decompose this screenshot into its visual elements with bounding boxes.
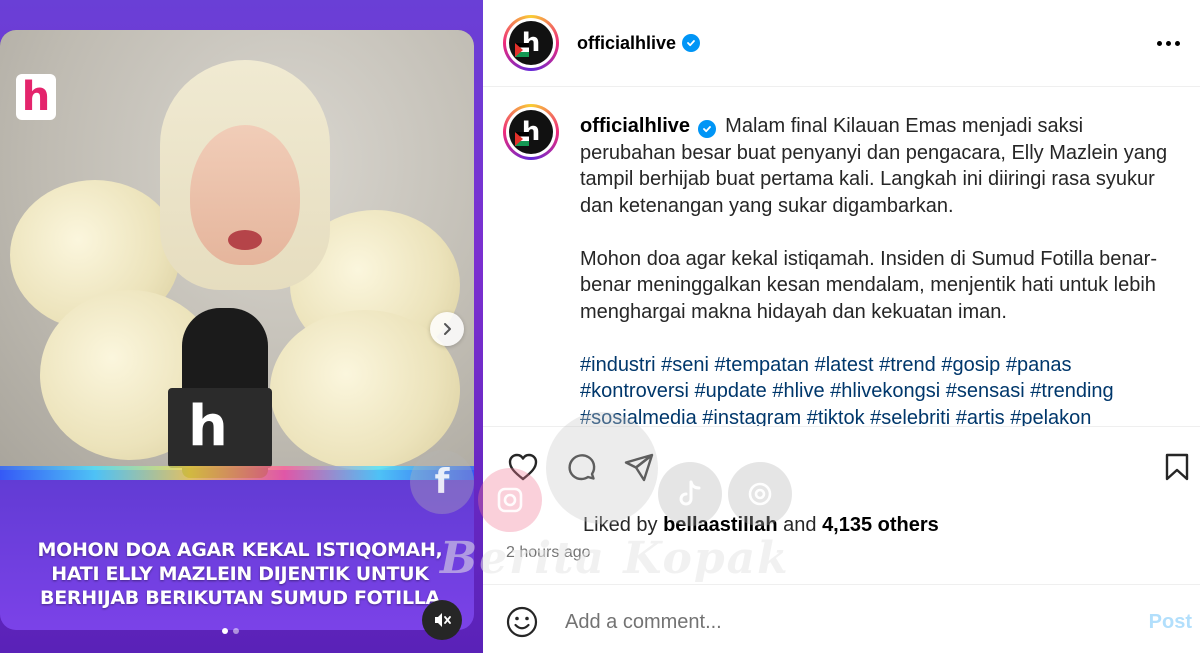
- more-horizontal-icon: [1156, 40, 1162, 46]
- video-photo: h h: [0, 30, 474, 478]
- post-media: h h MOHON DOA AGAR KEKAL ISTIQOMAH, HATI…: [0, 0, 483, 653]
- flag-triangle: [515, 43, 523, 57]
- caption-area: h officialhlive Malam final Kilauan Emas…: [483, 88, 1200, 426]
- comment-bar: Post: [483, 584, 1200, 653]
- verified-badge-icon: [697, 120, 716, 138]
- post-header: h officialhlive: [483, 0, 1200, 87]
- post-timestamp[interactable]: 2 hours ago: [506, 543, 591, 563]
- post-comment-button[interactable]: Post: [1149, 610, 1192, 634]
- like-button[interactable]: [505, 449, 541, 485]
- comment-icon: [568, 454, 596, 481]
- comment-input[interactable]: [565, 605, 1105, 639]
- mouth: [228, 230, 262, 250]
- liked-prefix: Liked by: [583, 514, 658, 536]
- microphone-flag: h: [168, 388, 272, 468]
- bookmark-icon: [1165, 453, 1189, 481]
- hlive-logo: h: [16, 74, 56, 120]
- video-frame[interactable]: h h MOHON DOA AGAR KEKAL ISTIQOMAH, HATI…: [0, 30, 474, 630]
- liked-user[interactable]: bellaastillah: [663, 514, 778, 536]
- save-button[interactable]: [1159, 449, 1195, 485]
- flag-triangle: [515, 132, 523, 146]
- verified-badge-icon: [682, 34, 701, 52]
- action-bar: Liked by bellaastillah and 4,135 others …: [483, 426, 1200, 584]
- liked-and: and: [783, 514, 817, 536]
- headline-line: MOHON DOA AGAR KEKAL ISTIQOMAH,: [37, 539, 443, 561]
- send-icon: [624, 453, 654, 482]
- emoji-icon[interactable]: [505, 605, 539, 639]
- avatar[interactable]: h: [503, 15, 559, 71]
- headline-line: BERHIJAB BERIKUTAN SUMUD FOTILLA: [40, 587, 440, 609]
- mute-button[interactable]: [422, 600, 462, 640]
- caption-avatar[interactable]: h: [503, 104, 559, 160]
- post-panel: h officialhlive h officialhlive Malam fi…: [483, 0, 1200, 653]
- heart-icon: [508, 453, 538, 481]
- caption-paragraph-2: Mohon doa agar kekal istiqamah. Insiden …: [580, 247, 1157, 323]
- liked-by-text: Liked by bellaastillah and 4,135 others: [583, 513, 939, 537]
- username-text[interactable]: officialhlive: [577, 32, 676, 54]
- liked-others[interactable]: 4,135 others: [822, 514, 939, 536]
- carousel-next-button[interactable]: [430, 312, 464, 346]
- stage-lights: [0, 466, 474, 480]
- header-username[interactable]: officialhlive: [577, 32, 701, 54]
- speaker-muted-icon: [435, 613, 451, 627]
- caption-hashtags[interactable]: #industri #seni #tempatan #latest #trend…: [580, 352, 1180, 427]
- more-options-button[interactable]: [1154, 31, 1182, 55]
- comment-button[interactable]: [563, 449, 599, 485]
- carousel-indicator: [222, 628, 239, 634]
- carousel-dot-active: [222, 628, 228, 634]
- headline-line: HATI ELLY MAZLEIN DIJENTIK UNTUK: [51, 563, 429, 585]
- caption-text: officialhlive Malam final Kilauan Emas m…: [580, 113, 1180, 426]
- carousel-dot: [233, 628, 239, 634]
- share-button[interactable]: [621, 449, 657, 485]
- caption-username[interactable]: officialhlive: [580, 115, 690, 137]
- video-headline: MOHON DOA AGAR KEKAL ISTIQOMAH, HATI ELL…: [20, 538, 460, 610]
- mic-logo-letter: h: [188, 394, 228, 459]
- chevron-right-icon: [444, 323, 451, 335]
